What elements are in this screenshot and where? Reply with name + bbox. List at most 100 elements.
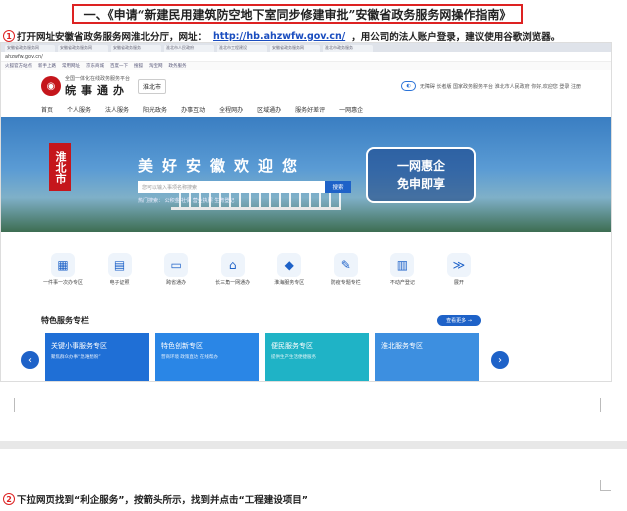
browser-tab[interactable]: 淮北市政务服务 bbox=[323, 45, 373, 52]
browser-tab-bar: 安徽省政务服务网 安徽省政务服务网 安徽省政务服务 淮北市人民政府 淮北市工程建… bbox=[1, 43, 611, 52]
service-label: 淮海服务专区 bbox=[274, 280, 305, 286]
bookmark-item[interactable]: 淘宝网 bbox=[149, 63, 163, 69]
service-label: 长三角一网通办 bbox=[215, 280, 251, 286]
card-title: 特色创新专区 bbox=[161, 342, 203, 350]
city-tag: 淮北市 bbox=[49, 143, 71, 191]
service-label: 电子证照 bbox=[109, 280, 130, 286]
card-subtitle: 营商环境 政策直达 在线帮办 bbox=[161, 355, 218, 360]
service-item[interactable]: ⌂ 长三角一网通办 bbox=[211, 253, 255, 287]
featured-card[interactable]: 特色创新专区 营商环境 政策直达 在线帮办 bbox=[155, 333, 259, 381]
carousel-next-icon[interactable]: › bbox=[491, 351, 509, 369]
bookmarks-bar: 火狐官方站点 新手上路 常用网址 京东商城 百度一下 搜狐 淘宝网 政务服务 bbox=[1, 62, 611, 70]
slogan-line-1: 一网惠企 bbox=[396, 159, 445, 173]
login-links[interactable]: 无障碍 长者版 国家政务服务平台 淮北市人民政府 你好,欢迎您 登录 注册 bbox=[420, 83, 581, 90]
logo-title: 皖事通办 bbox=[65, 83, 129, 97]
service-icon: ⌂ bbox=[220, 253, 245, 277]
service-label: 防疫专题专栏 bbox=[330, 280, 361, 286]
step-1-text-before: 打开网址安徽省政务服务网淮北分厅，网址： bbox=[17, 32, 208, 43]
bookmark-item[interactable]: 百度一下 bbox=[110, 63, 128, 69]
service-icon: ✎ bbox=[333, 253, 358, 277]
step-2-text: 下拉网页找到“利企服务”，按箭头所示，找到并点击“工程建设项目” bbox=[17, 495, 308, 506]
nav-item[interactable]: 阳光政务 bbox=[143, 105, 167, 114]
service-icon: ▤ bbox=[107, 253, 132, 277]
step-1-instruction: 1 打开网址安徽省政务服务网淮北分厅，网址： http://hb.ahzwfw.… bbox=[3, 29, 560, 43]
address-bar[interactable]: ahzwfw.gov.cn/ bbox=[1, 52, 611, 62]
bridge-graphic bbox=[171, 193, 341, 210]
nav-item[interactable]: 服务好差评 bbox=[295, 105, 325, 114]
view-more-button[interactable]: 查看更多 → bbox=[437, 315, 481, 326]
step-2-instruction: 2 下拉网页找到“利企服务”，按箭头所示，找到并点击“工程建设项目” bbox=[3, 492, 308, 506]
card-title: 便民服务专区 bbox=[271, 342, 313, 350]
service-item[interactable]: ◆ 淮海服务专区 bbox=[267, 253, 311, 287]
nav-item[interactable]: 全程网办 bbox=[219, 105, 243, 114]
browser-tab[interactable]: 淮北市工程建设 bbox=[217, 45, 267, 52]
browser-tab[interactable]: 淮北市人民政府 bbox=[164, 45, 214, 52]
page-corner-mark bbox=[600, 398, 611, 412]
nav-item[interactable]: 一网惠企 bbox=[339, 105, 363, 114]
service-item[interactable]: ▥ 不动产登记 bbox=[380, 253, 424, 287]
site-header: ◉ 全国一体化在线政务服务平台 皖事通办 淮北市 ◐ 无障碍 长者版 国家政务服… bbox=[1, 71, 611, 101]
promo-slogan[interactable]: 一网惠企 免申即享 bbox=[366, 147, 476, 203]
nav-item[interactable]: 个人服务 bbox=[67, 105, 91, 114]
featured-section-title: 特色服务专栏 bbox=[41, 316, 89, 325]
service-icons: ▦ 一件事一次办专区 ▤ 电子证照 ▭ 跨省通办 ⌂ 长三角一网通办 ◆ 淮海服务专区 ✎… bbox=[41, 253, 481, 287]
bookmark-item[interactable]: 京东商城 bbox=[86, 63, 104, 69]
featured-card[interactable]: 关键小事服务专区 聚焦群众办事“急难愁盼” bbox=[45, 333, 149, 381]
site-logo-icon: ◉ bbox=[41, 76, 61, 96]
guide-title-text: 一、《申请“新建民用建筑防空地下室同步修建审批”安徽省政务服务网操作指南》 bbox=[83, 7, 512, 22]
bookmark-item[interactable]: 新手上路 bbox=[38, 63, 56, 69]
browser-tab[interactable]: 安徽省政务服务网 bbox=[5, 45, 55, 52]
login-area: ◐ 无障碍 长者版 国家政务服务平台 淮北市人民政府 你好,欢迎您 登录 注册 bbox=[401, 81, 581, 91]
service-icon: ▥ bbox=[390, 253, 415, 277]
nav-item[interactable]: 区域通办 bbox=[257, 105, 281, 114]
bookmark-item[interactable]: 火狐官方站点 bbox=[5, 63, 32, 69]
welcome-text: 美好安徽欢迎您 bbox=[138, 157, 307, 175]
bookmark-item[interactable]: 常用网址 bbox=[62, 63, 80, 69]
service-item[interactable]: ≫ 展开 bbox=[437, 253, 481, 287]
service-item[interactable]: ▭ 跨省通办 bbox=[154, 253, 198, 287]
browser-tab[interactable]: 安徽省政务服务网 bbox=[270, 45, 320, 52]
featured-card[interactable]: 便民服务专区 提供生产生活便捷服务 bbox=[265, 333, 369, 381]
step-1-text-after: ，用公司的法人账户登录，建议使用谷歌浏览器。 bbox=[351, 32, 561, 43]
service-icon: ◆ bbox=[277, 253, 302, 277]
browser-tab[interactable]: 安徽省政务服务网 bbox=[58, 45, 108, 52]
browser-screenshot: 安徽省政务服务网 安徽省政务服务网 安徽省政务服务 淮北市人民政府 淮北市工程建… bbox=[0, 42, 612, 382]
nav-item[interactable]: 法人服务 bbox=[105, 105, 129, 114]
card-subtitle: 提供生产生活便捷服务 bbox=[271, 355, 316, 360]
search-bar: 您可以输入事项名称搜索 搜索 bbox=[138, 181, 351, 193]
city-selector[interactable]: 淮北市 bbox=[138, 78, 167, 94]
card-title: 淮北服务专区 bbox=[381, 342, 423, 350]
bookmark-item[interactable]: 搜狐 bbox=[134, 63, 143, 69]
guide-title: 一、《申请“新建民用建筑防空地下室同步修建审批”安徽省政务服务网操作指南》 bbox=[72, 4, 523, 24]
slogan-line-2: 免申即享 bbox=[396, 177, 445, 191]
nav-item[interactable]: 办事互动 bbox=[181, 105, 205, 114]
service-label: 跨省通办 bbox=[166, 280, 187, 286]
accessibility-button[interactable]: ◐ bbox=[401, 81, 416, 91]
browser-tab[interactable]: 安徽省政务服务 bbox=[111, 45, 161, 52]
service-icon: ▭ bbox=[164, 253, 189, 277]
service-icon: ≫ bbox=[446, 253, 471, 277]
logo-subtitle: 全国一体化在线政务服务平台 bbox=[65, 75, 131, 82]
service-label: 不动产登记 bbox=[389, 280, 415, 286]
step-2-number-icon: 2 bbox=[3, 493, 15, 505]
page-break bbox=[0, 441, 627, 449]
service-item[interactable]: ▤ 电子证照 bbox=[98, 253, 142, 287]
step-1-number-icon: 1 bbox=[3, 30, 15, 42]
service-item[interactable]: ✎ 防疫专题专栏 bbox=[324, 253, 368, 287]
search-input[interactable]: 您可以输入事项名称搜索 bbox=[138, 181, 325, 193]
featured-card[interactable]: 淮北服务专区 bbox=[375, 333, 479, 381]
carousel-prev-icon[interactable]: ‹ bbox=[21, 351, 39, 369]
service-label: 一件事一次办专区 bbox=[42, 280, 83, 286]
service-item[interactable]: ▦ 一件事一次办专区 bbox=[41, 253, 85, 287]
site-logo[interactable]: 全国一体化在线政务服务平台 皖事通办 bbox=[65, 75, 130, 98]
site-url-link[interactable]: http://hb.ahzwfw.gov.cn/ bbox=[213, 31, 345, 42]
page-corner-mark bbox=[4, 398, 15, 412]
bookmark-item[interactable]: 政务服务 bbox=[169, 63, 187, 69]
featured-cards: 关键小事服务专区 聚焦群众办事“急难愁盼” 特色创新专区 营商环境 政策直达 在… bbox=[45, 333, 479, 381]
nav-item[interactable]: 首页 bbox=[41, 105, 53, 114]
card-title: 关键小事服务专区 bbox=[51, 342, 107, 350]
search-button[interactable]: 搜索 bbox=[325, 181, 351, 193]
service-label: 展开 bbox=[453, 280, 464, 286]
card-subtitle: 聚焦群众办事“急难愁盼” bbox=[51, 355, 101, 360]
main-nav: 首页 个人服务 法人服务 阳光政务 办事互动 全程网办 区域通办 服务好差评 一… bbox=[41, 105, 363, 114]
